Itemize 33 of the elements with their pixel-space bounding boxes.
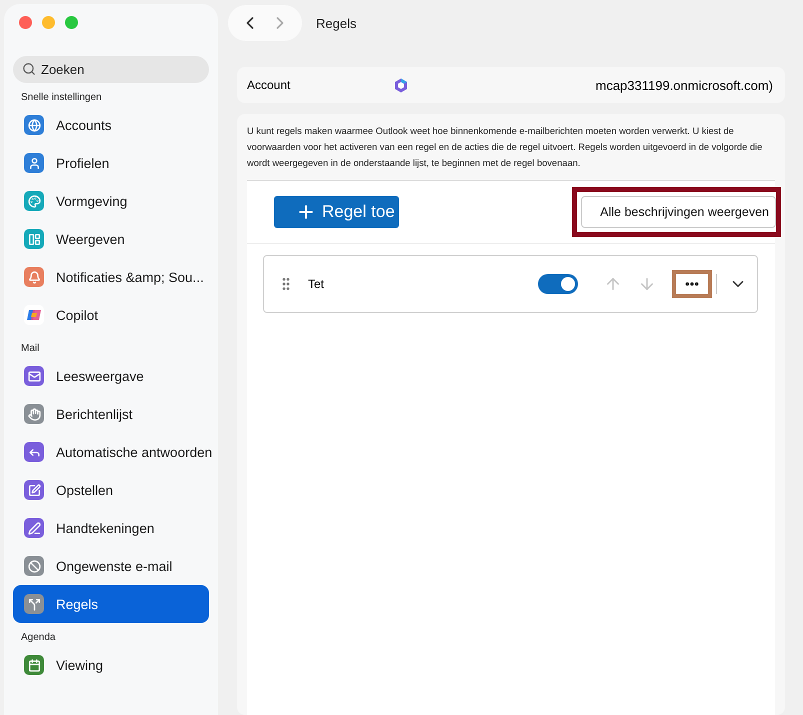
sidebar-item[interactable]: Viewing	[13, 646, 209, 684]
sidebar-item[interactable]: Vormgeving	[13, 182, 209, 220]
hexagon-logo-icon	[394, 78, 408, 92]
account-label: Account	[247, 78, 292, 92]
sidebar-item[interactable]: Copilot	[13, 296, 209, 334]
sidebar-item[interactable]: Handtekeningen	[13, 509, 209, 547]
search-field[interactable]: Zoeken	[13, 56, 209, 83]
section-heading: Mail	[20, 342, 40, 356]
account-address: mcap331199.onmicrosoft.com)	[595, 78, 773, 92]
minimize-button[interactable]	[42, 16, 55, 29]
add-rule-button[interactable]: Regel toe	[274, 196, 399, 228]
sidebar-item[interactable]: Berichtenlijst	[13, 395, 209, 433]
rule-toggle[interactable]	[538, 274, 578, 294]
close-button[interactable]	[19, 16, 32, 29]
search-icon	[22, 62, 36, 76]
sidebar-item[interactable]: Automatische antwoorden	[13, 433, 209, 471]
description-text: U kunt regels maken waarmee Outlook weet hoe binnenkomende e-mailberichten moeten worden verwerkt. U kiest de voorwaarden voor het activeren van een regel en de acties die de regel uitvoert. Regels worden uitgevoerd in de volgorde die wordt weergegeven in de onderstaande lijst, te beginnen met de regel bovenaan.	[247, 125, 764, 170]
sidebar-item[interactable]: Profielen	[13, 144, 209, 182]
page-title: Regels	[316, 16, 356, 30]
section-heading: Agenda	[20, 631, 56, 645]
sidebar-item[interactable]: Weergeven	[13, 220, 209, 258]
sidebar-item[interactable]: Accounts	[13, 106, 209, 144]
sidebar-item[interactable]: Ongewenste e-mail	[13, 547, 209, 585]
zoom-button[interactable]	[65, 16, 78, 29]
sidebar-item[interactable]: Notificaties &amp; Sou...	[13, 258, 209, 296]
more-options-button[interactable]	[672, 270, 712, 298]
sidebar-item[interactable]: Opstellen	[13, 471, 209, 509]
plus-icon	[296, 202, 316, 222]
sidebar-item[interactable]: Leesweergave	[13, 357, 209, 395]
sidebar-item[interactable]: Regels	[13, 585, 209, 623]
show-all-descriptions-button[interactable]: Alle beschrijvingen weergeven	[581, 196, 776, 228]
section-heading: Snelle instellingen	[20, 91, 103, 105]
rule-name: Tet	[308, 277, 326, 291]
